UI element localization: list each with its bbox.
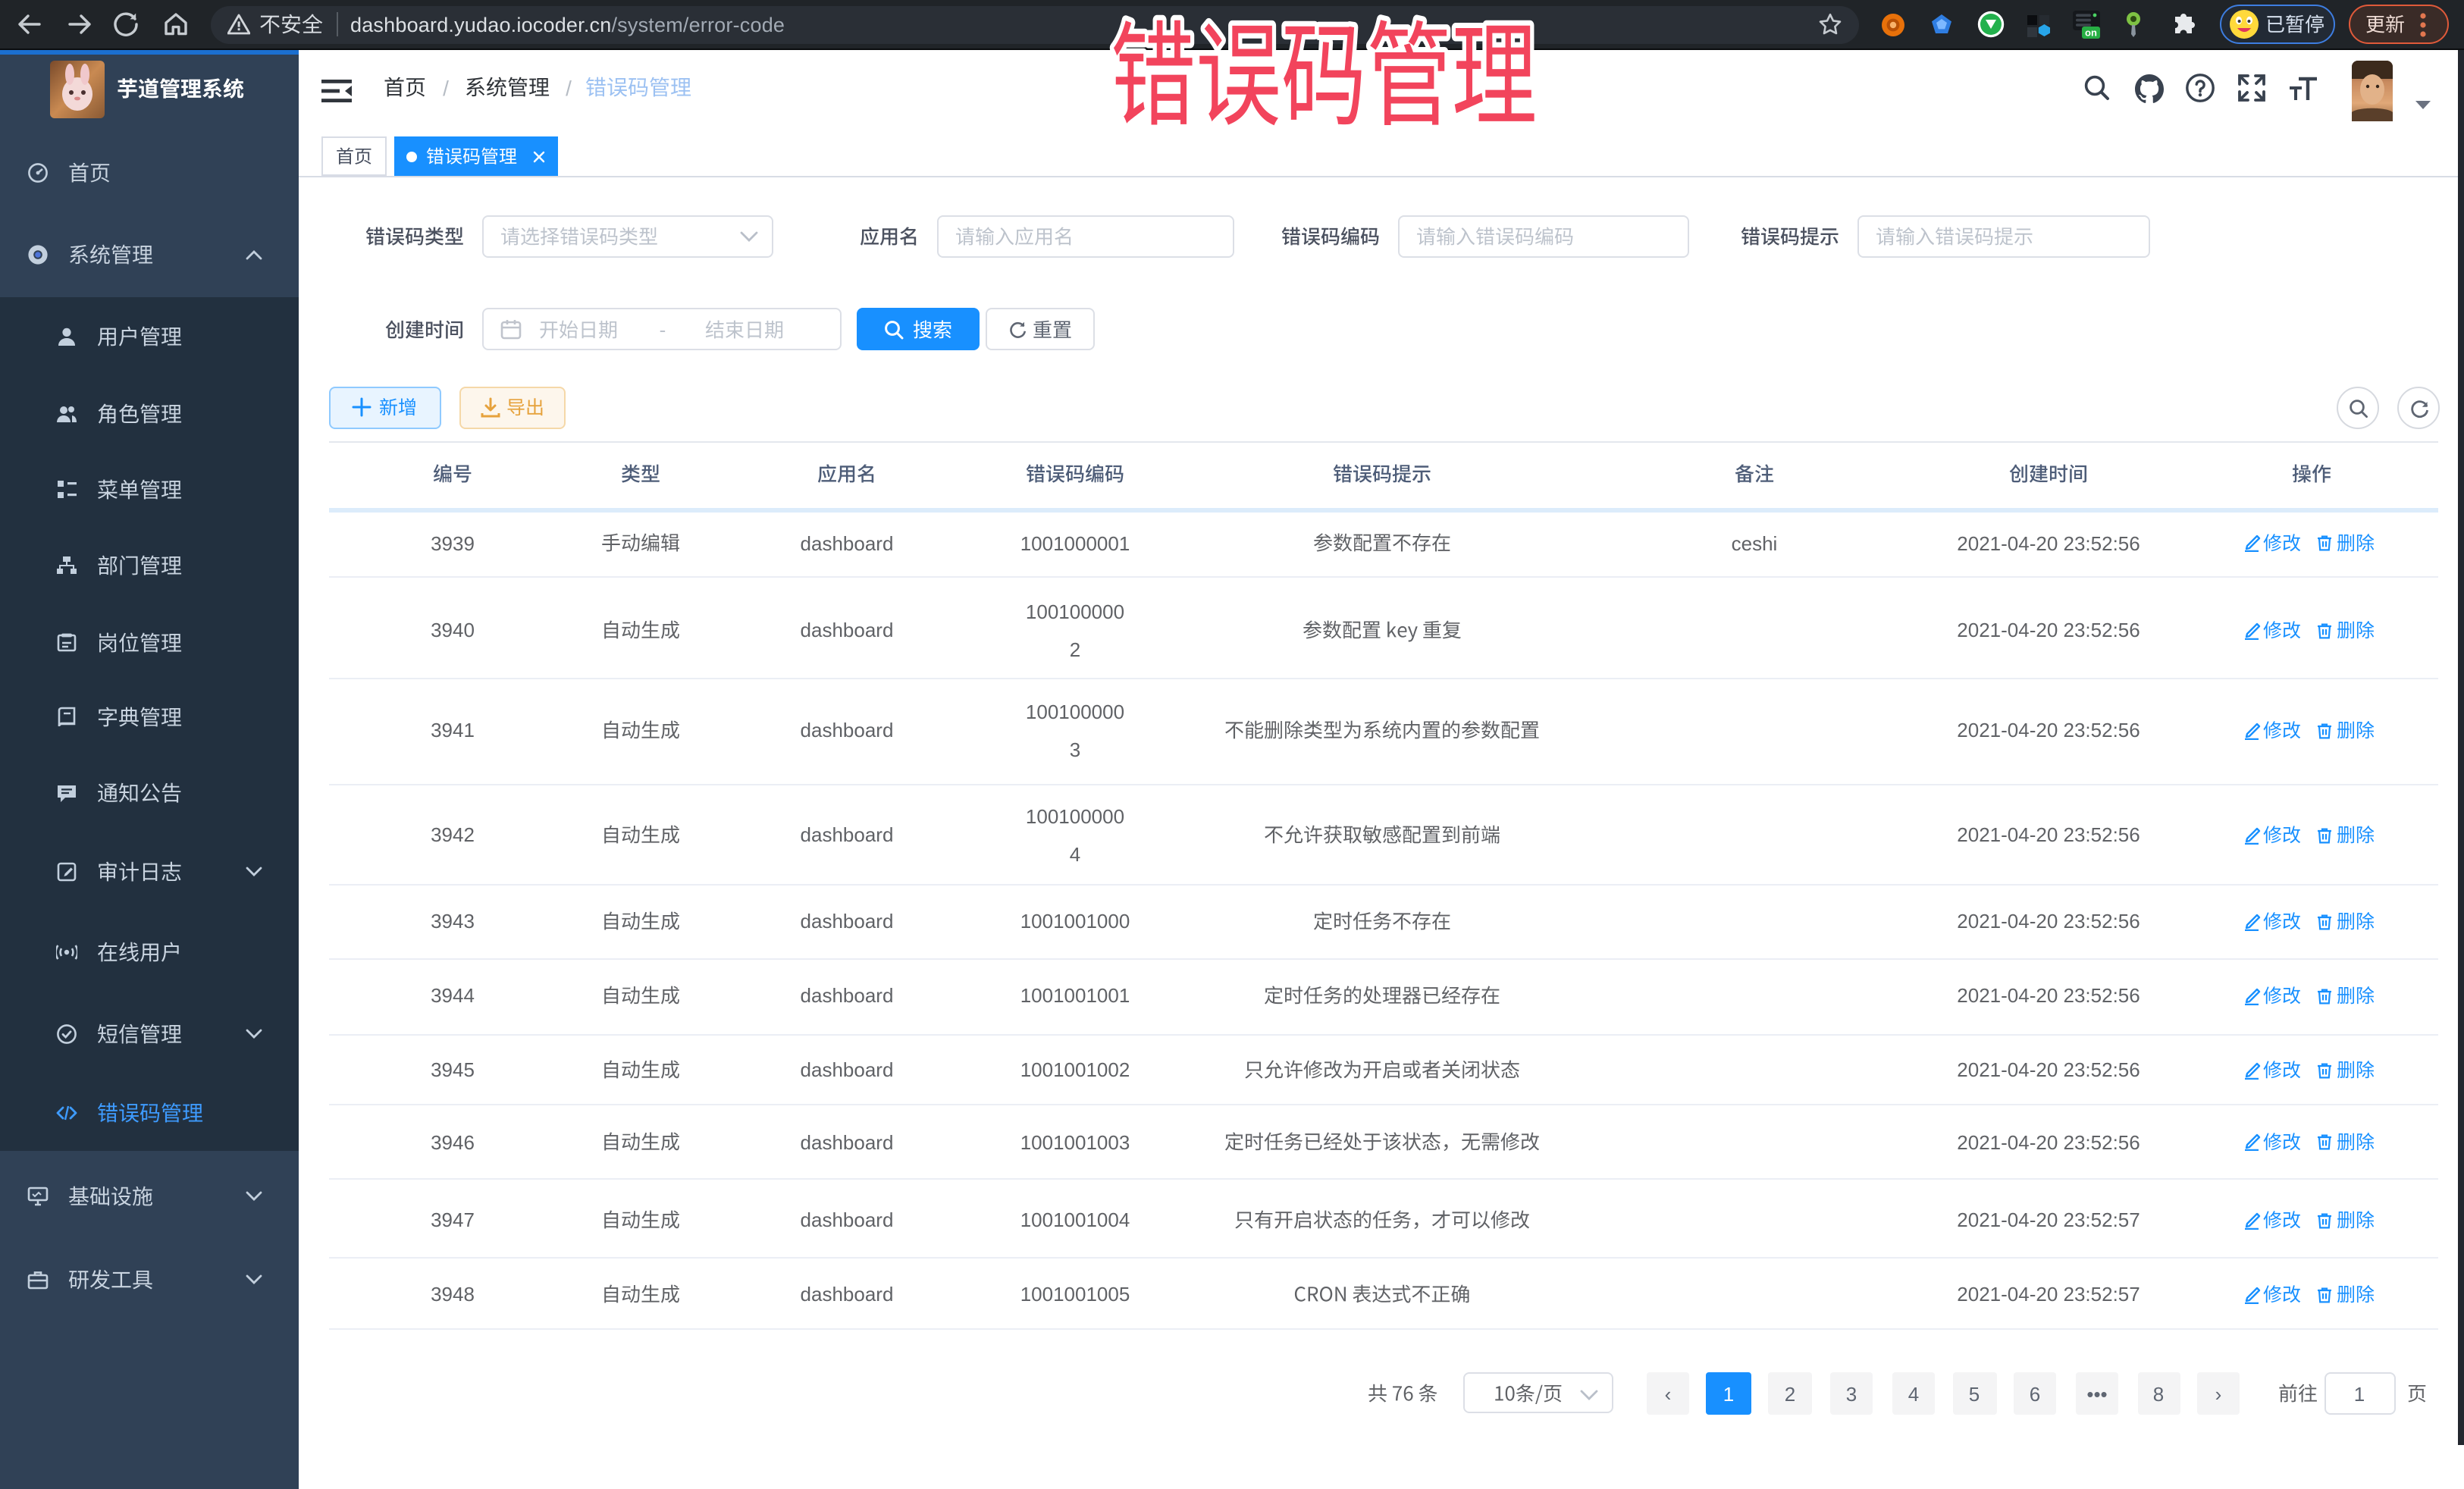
svg-text:on: on: [2085, 27, 2097, 38]
